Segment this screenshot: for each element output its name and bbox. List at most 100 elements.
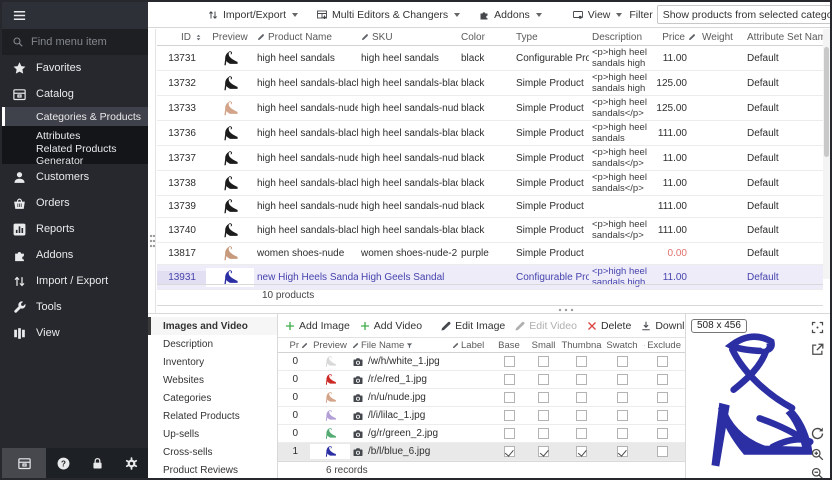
zoom-in-icon[interactable] [810,447,825,462]
sidebar-item-customers[interactable]: Customers [2,164,148,190]
tab-websites[interactable]: Websites [148,371,277,389]
cell-thumbnail[interactable] [561,410,602,421]
swatch-checkbox[interactable] [617,410,628,421]
small-checkbox[interactable] [538,410,549,421]
image-row[interactable]: 0 /n/u/nude.jpg [278,389,685,407]
thumbnail-checkbox[interactable] [576,374,587,385]
open-external-icon[interactable] [810,342,825,357]
sidebar-item-import-export[interactable]: Import / Export [2,268,148,294]
tab-description[interactable]: Description [148,335,277,353]
edit-video-button[interactable]: Edit Video [512,318,579,334]
column-header-small[interactable]: Small [526,340,561,351]
product-row[interactable]: 13738 high heel sandals-black-37 high he… [157,171,823,196]
column-header-label[interactable]: Label [450,340,492,351]
cell-small[interactable] [526,374,561,385]
thumbnail-checkbox[interactable] [576,392,587,403]
cell-thumbnail[interactable] [561,392,602,403]
base-checkbox[interactable] [504,356,515,367]
thumbnail-checkbox[interactable] [576,356,587,367]
tab-product-reviews[interactable]: Product Reviews [148,461,277,479]
cell-exclude[interactable] [642,428,683,439]
base-checkbox[interactable] [504,374,515,385]
exclude-checkbox[interactable] [657,356,668,367]
cell-small[interactable] [526,356,561,367]
cell-base[interactable] [492,410,526,421]
exclude-checkbox[interactable] [657,392,668,403]
cell-exclude[interactable] [642,356,683,367]
cell-small[interactable] [526,392,561,403]
sidebar-item-tools[interactable]: Tools [2,294,148,320]
tab-images-and-video[interactable]: Images and Video [148,317,277,335]
hamburger-menu-icon[interactable] [12,8,27,23]
thumbnail-checkbox[interactable] [576,410,587,421]
import-export-button[interactable]: Import/Export [204,7,301,23]
tab-up-sells[interactable]: Up-sells [148,425,277,443]
fit-to-window-icon[interactable] [810,320,825,335]
column-header-attribute-set[interactable]: Attribute Set Name [744,32,827,43]
cell-thumbnail[interactable] [561,356,602,367]
product-row[interactable]: 13739 high heel sandals-nude-37 high hee… [157,196,823,218]
sidebar-item-view[interactable]: View [2,320,148,346]
column-header-description[interactable]: Description [589,32,653,43]
small-checkbox[interactable] [538,374,549,385]
cell-exclude[interactable] [642,374,683,385]
sidebar-item-related-products-generator[interactable]: Related Products Generator [2,145,148,164]
swatch-checkbox[interactable] [617,446,628,457]
product-row[interactable]: 13736 high heel sandals-black-36 high he… [157,121,823,146]
column-header-preview[interactable]: Preview [206,32,254,43]
exclude-checkbox[interactable] [657,410,668,421]
cell-base[interactable] [492,392,526,403]
thumbnail-checkbox[interactable] [576,446,587,457]
exclude-checkbox[interactable] [657,374,668,385]
product-row[interactable]: 13733 high heel sandals-nude high heel s… [157,96,823,121]
small-checkbox[interactable] [538,428,549,439]
cell-thumbnail[interactable] [561,374,602,385]
zoom-out-icon[interactable] [810,466,825,480]
swatch-checkbox[interactable] [617,428,628,439]
lock-icon[interactable] [90,456,105,471]
swatch-checkbox[interactable] [617,374,628,385]
view-button[interactable]: View [569,7,626,23]
column-header-price[interactable]: Price [653,32,699,43]
cell-base[interactable] [492,428,526,439]
edit-image-button[interactable]: Edit Image [438,318,507,334]
cell-thumbnail[interactable] [561,428,602,439]
cell-swatch[interactable] [602,410,642,421]
sidebar-search[interactable]: Find menu item [2,29,148,55]
column-header-sku[interactable]: SKU [358,32,458,43]
image-row[interactable]: 0 /l/i/lilac_1.jpg [278,407,685,425]
sidebar-item-categories-products[interactable]: Categories & Products [2,107,148,126]
column-header-swatch[interactable]: Swatch [602,340,642,351]
cell-swatch[interactable] [602,374,642,385]
rotate-image-icon[interactable] [810,426,825,441]
base-checkbox[interactable] [504,428,515,439]
cell-small[interactable] [526,410,561,421]
image-row-selected[interactable]: 1 /b/l/blue_6.jpg [278,443,685,461]
base-checkbox[interactable] [504,392,515,403]
column-header-position[interactable]: Pr [278,340,310,351]
column-header-thumbnail[interactable]: Thumbna [561,340,602,351]
tab-categories[interactable]: Categories [148,389,277,407]
column-header-exclude[interactable]: Exclude [642,340,683,351]
swatch-checkbox[interactable] [617,356,628,367]
cell-exclude[interactable] [642,446,683,457]
cell-swatch[interactable] [602,428,642,439]
tab-related-products[interactable]: Related Products [148,407,277,425]
column-header-file-name[interactable]: File Name [350,340,450,351]
column-header-id[interactable]: ID [157,32,206,43]
base-checkbox[interactable] [504,410,515,421]
product-row[interactable]: 13732 high heel sandals-black high heel … [157,71,823,96]
cell-base[interactable] [492,446,526,457]
exclude-checkbox[interactable] [657,428,668,439]
add-video-button[interactable]: Add Video [357,318,424,334]
multi-editors-button[interactable]: Multi Editors & Changers [313,7,463,23]
product-row[interactable]: 13740 high heel sandals-black-38 high he… [157,218,823,243]
cell-small[interactable] [526,428,561,439]
small-checkbox[interactable] [538,446,549,457]
product-row[interactable]: 13817 women shoes-nude women shoes-nude-… [157,243,823,265]
cell-small[interactable] [526,446,561,457]
sidebar-item-catalog[interactable]: Catalog [2,81,148,107]
column-header-weight[interactable]: Weight [699,32,744,43]
grid-scrollbar[interactable] [823,29,830,279]
horizontal-splitter-grip[interactable] [558,308,574,312]
